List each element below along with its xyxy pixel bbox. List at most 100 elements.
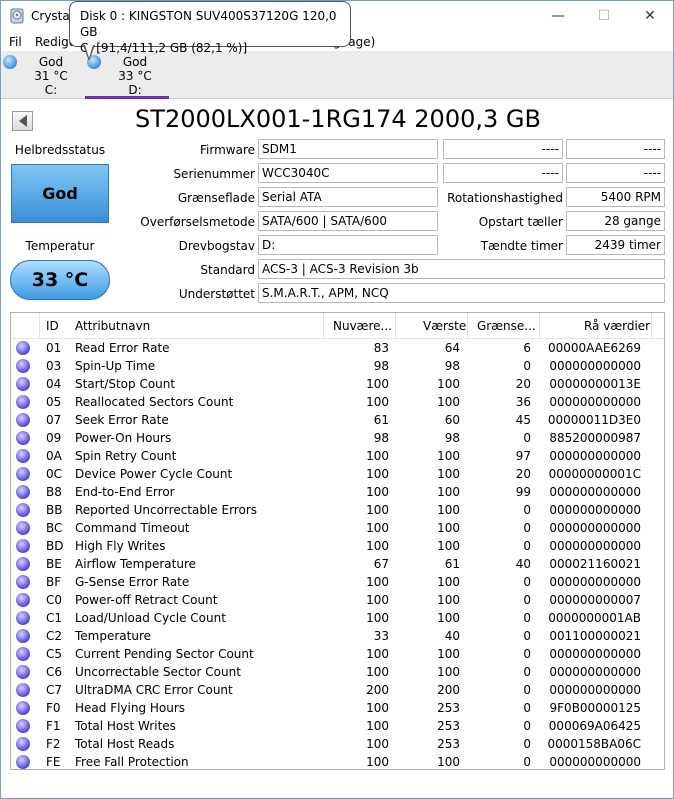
minimize-button[interactable]: — — [535, 1, 581, 31]
table-row[interactable]: BB Reported Uncorrectable Errors 100 100 0 00… — [11, 501, 664, 519]
attribute-current: 100 — [366, 521, 389, 535]
attribute-threshold: 6 — [523, 341, 531, 355]
attribute-raw: 00000011D3E0 — [547, 413, 641, 427]
attribute-threshold: 0 — [523, 719, 531, 733]
attribute-id: BB — [46, 503, 63, 517]
status-dot-icon — [16, 575, 30, 589]
status-dot-icon — [16, 701, 30, 715]
table-row[interactable]: 07 Seek Error Rate 61 60 45 00000011D3E0 — [11, 411, 664, 429]
attribute-current: 200 — [366, 683, 389, 697]
table-row[interactable]: 0A Spin Retry Count 100 100 97 000000000000 — [11, 447, 664, 465]
attribute-worst: 98 — [444, 359, 460, 373]
attribute-name: Head Flying Hours — [75, 701, 186, 715]
temperature-button[interactable]: 33 °C — [10, 260, 110, 300]
table-row[interactable]: C7 UltraDMA CRC Error Count 200 200 0 0000000… — [11, 681, 664, 699]
column-header-raw[interactable]: Rå værdier — [584, 319, 650, 333]
features-field: S.M.A.R.T., APM, NCQ — [258, 283, 665, 303]
attribute-raw: 00000AAE6269 — [547, 341, 641, 355]
column-header-name[interactable]: Attributnavn — [75, 319, 150, 333]
attribute-current: 98 — [373, 359, 389, 373]
attribute-id: B8 — [46, 485, 62, 499]
maximize-button[interactable]: ☐ — [581, 1, 627, 31]
table-row[interactable]: BF G-Sense Error Rate 100 100 0 000000000000 — [11, 573, 664, 591]
tooltip-line-1: Disk 0 : KINGSTON SUV400S37120G 120,0 GB — [80, 9, 337, 39]
table-row[interactable]: F0 Head Flying Hours 100 253 0 9F0B00000125 — [11, 699, 664, 717]
attribute-name: Read Error Rate — [75, 341, 170, 355]
attribute-worst: 100 — [437, 449, 460, 463]
attribute-threshold: 0 — [523, 593, 531, 607]
column-header-current[interactable]: Nuvære... — [333, 319, 392, 333]
attribute-id: BD — [46, 539, 64, 553]
attribute-threshold: 36 — [515, 395, 531, 409]
attribute-threshold: 0 — [523, 521, 531, 535]
reserved-field-1: ---- — [566, 139, 665, 159]
column-header-worst[interactable]: Værste — [423, 319, 466, 333]
attribute-current: 100 — [366, 449, 389, 463]
attribute-worst: 100 — [437, 521, 460, 535]
attribute-current: 100 — [366, 485, 389, 499]
table-row[interactable]: BE Airflow Temperature 67 61 40 000021160021 — [11, 555, 664, 573]
column-header-id[interactable]: ID — [46, 319, 59, 333]
attribute-id: 01 — [46, 341, 62, 355]
attribute-name: Current Pending Sector Count — [75, 647, 254, 661]
table-row[interactable]: BC Command Timeout 100 100 0 000000000000 — [11, 519, 664, 537]
status-dot-icon — [16, 431, 30, 445]
table-row[interactable]: 04 Start/Stop Count 100 100 20 00000000013E — [11, 375, 664, 393]
attribute-id: C1 — [46, 611, 63, 625]
table-row[interactable]: 0C Device Power Cycle Count 100 100 20 000000… — [11, 465, 664, 483]
attribute-id: C0 — [46, 593, 63, 607]
table-row[interactable]: 09 Power-On Hours 98 98 0 885200000987 — [11, 429, 664, 447]
attribute-worst: 253 — [437, 701, 460, 715]
status-dot-icon — [16, 395, 30, 409]
status-dot-icon — [16, 719, 30, 733]
menu-file[interactable]: Fil — [9, 35, 22, 49]
attribute-current: 67 — [373, 557, 389, 571]
temperature-label: Temperatur — [25, 239, 95, 253]
firmware-field: SDM1 — [258, 139, 438, 159]
drive-tab-c[interactable]: God 31 °C C: — [1, 53, 85, 99]
power-on-hours-label: Tændte timer — [480, 239, 563, 253]
status-dot-icon — [16, 611, 30, 625]
table-row[interactable]: F1 Total Host Writes 100 253 0 000069A06425 — [11, 717, 664, 735]
interface-field: Serial ATA — [258, 187, 438, 207]
column-separator — [651, 313, 652, 339]
table-row[interactable]: C1 Load/Unload Cycle Count 100 100 0 00000000… — [11, 609, 664, 627]
table-row[interactable]: FE Free Fall Protection 100 100 0 00000000000… — [11, 753, 664, 769]
attribute-name: Power-On Hours — [75, 431, 172, 445]
status-bar — [1, 771, 673, 798]
drive-letter-label: Drevbogstav — [178, 239, 255, 253]
close-button[interactable]: ✕ — [627, 1, 673, 31]
drive-tab-d[interactable]: God 33 °C D: — [85, 53, 169, 99]
attribute-raw: 000000000000 — [549, 647, 641, 661]
table-row[interactable]: 05 Reallocated Sectors Count 100 100 36 00000… — [11, 393, 664, 411]
reserved-field-1-label: ---- — [443, 139, 563, 159]
attribute-raw: 000000000007 — [549, 593, 641, 607]
drive-temp: 31 °C — [34, 69, 68, 83]
attribute-current: 98 — [373, 431, 389, 445]
attribute-raw: 885200000987 — [549, 431, 641, 445]
attribute-current: 100 — [366, 539, 389, 553]
table-row[interactable]: F2 Total Host Reads 100 253 0 0000158BA06C — [11, 735, 664, 753]
table-row[interactable]: B8 End-to-End Error 100 100 99 000000000000 — [11, 483, 664, 501]
smart-attributes-table[interactable]: ID Attributnavn Nuvære... Værste Grænse.… — [10, 312, 665, 770]
attribute-worst: 100 — [437, 665, 460, 679]
interface-label: Grænseflade — [177, 191, 255, 205]
attribute-threshold: 0 — [523, 575, 531, 589]
table-row[interactable]: C6 Uncorrectable Sector Count 100 100 0 00000… — [11, 663, 664, 681]
column-header-threshold[interactable]: Grænse... — [477, 319, 536, 333]
table-row[interactable]: C0 Power-off Retract Count 100 100 0 00000000… — [11, 591, 664, 609]
table-row[interactable]: C2 Temperature 33 40 0 001100000021 — [11, 627, 664, 645]
column-separator — [467, 313, 468, 339]
drive-letter: C: — [44, 83, 58, 97]
attribute-current: 100 — [366, 503, 389, 517]
table-row[interactable]: 03 Spin-Up Time 98 98 0 000000000000 — [11, 357, 664, 375]
health-status-button[interactable]: God — [11, 164, 109, 223]
table-row[interactable]: C5 Current Pending Sector Count 100 100 0 000… — [11, 645, 664, 663]
table-row[interactable]: BD High Fly Writes 100 100 0 000000000000 — [11, 537, 664, 555]
attribute-worst: 100 — [437, 647, 460, 661]
status-dot-icon — [16, 629, 30, 643]
attribute-threshold: 0 — [523, 431, 531, 445]
status-dot-icon — [16, 647, 30, 661]
drive-temp: 33 °C — [118, 69, 152, 83]
table-row[interactable]: 01 Read Error Rate 83 64 6 00000AAE6269 — [11, 339, 664, 357]
